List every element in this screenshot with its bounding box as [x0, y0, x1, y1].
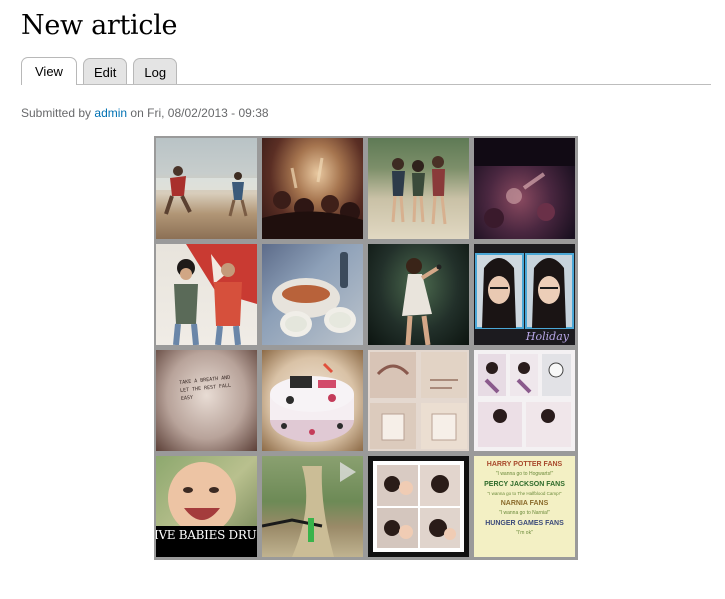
- photo-concert-crowd[interactable]: [262, 138, 363, 239]
- bike-trail-image: [262, 462, 356, 557]
- baby-caption: IVE BABIES DRUG: [156, 528, 257, 542]
- fandom-line-8: "I'm ok": [516, 530, 533, 536]
- fandom-line-5: NARNIA FANS: [500, 500, 549, 507]
- photo-bike-trail[interactable]: [262, 456, 363, 557]
- page-title: New article: [21, 10, 178, 41]
- food-plates-image: [272, 252, 356, 337]
- tab-edit[interactable]: Edit: [82, 58, 128, 84]
- concert-crowd-image: [262, 157, 363, 239]
- note-card-text: TAKE A BREATH AND LET THE REST FALL EASY: [179, 374, 232, 402]
- photo-decorated-cake[interactable]: [262, 350, 363, 451]
- two-guys-image: [173, 244, 257, 345]
- tab-bar: View Edit Log: [21, 57, 178, 85]
- beach-running-image: [156, 166, 257, 217]
- stage-singer-image: [402, 258, 442, 345]
- tab-view[interactable]: View: [21, 57, 77, 85]
- photo-dark-party[interactable]: [474, 138, 575, 239]
- photo-stage-singer[interactable]: [368, 244, 469, 345]
- photo-two-guys[interactable]: [156, 244, 257, 345]
- dark-party-image: [474, 138, 575, 228]
- photo-friends-collage[interactable]: [474, 350, 575, 451]
- fandom-line-7: HUNGER GAMES FANS: [485, 520, 564, 527]
- fandom-line-3: PERCY JACKSON FANS: [484, 481, 565, 488]
- photo-laughing-baby[interactable]: IVE BABIES DRUG: [156, 456, 257, 557]
- love-collage-image: [370, 352, 467, 449]
- photo-beach-running[interactable]: [156, 138, 257, 239]
- decorated-cake-image: [270, 362, 354, 442]
- article-page: New article View Edit Log Submitted by a…: [0, 0, 725, 599]
- photo-holiday-selfies[interactable]: Holiday: [474, 244, 575, 345]
- photo-collage: Holiday TAKE A BREATH AND LET THE REST F…: [154, 136, 578, 560]
- author-link[interactable]: admin: [94, 106, 127, 120]
- three-girls-image: [391, 156, 447, 225]
- submitted-date: Fri, 08/02/2013 - 09:38: [147, 106, 269, 120]
- photo-food-plates[interactable]: [262, 244, 363, 345]
- submitted-prefix: Submitted by: [21, 106, 92, 120]
- photo-fandom-text[interactable]: HARRY POTTER FANS "I wanna go to Hogwart…: [474, 456, 575, 557]
- photo-note-card[interactable]: TAKE A BREATH AND LET THE REST FALL EASY: [156, 350, 257, 451]
- friends-collage-image: [478, 354, 571, 447]
- fandom-line-1: HARRY POTTER FANS: [486, 461, 563, 468]
- submitted-info: Submitted by admin on Fri, 08/02/2013 - …: [21, 106, 269, 120]
- fandom-line-4: "I wanna go to The Halfblood Camp!": [487, 491, 562, 496]
- photo-love-collage[interactable]: [368, 350, 469, 451]
- submitted-on: on: [130, 106, 144, 120]
- fandom-line-6: "I wanna go to Narnia!": [498, 510, 551, 516]
- tab-log[interactable]: Log: [133, 58, 178, 84]
- fandom-line-2: "I wanna go to Hogwarts!": [495, 471, 554, 477]
- photo-couple-grid[interactable]: [368, 456, 469, 557]
- couple-grid-image: [373, 461, 464, 552]
- photo-three-girls[interactable]: [368, 138, 469, 239]
- holiday-caption: Holiday: [525, 330, 569, 343]
